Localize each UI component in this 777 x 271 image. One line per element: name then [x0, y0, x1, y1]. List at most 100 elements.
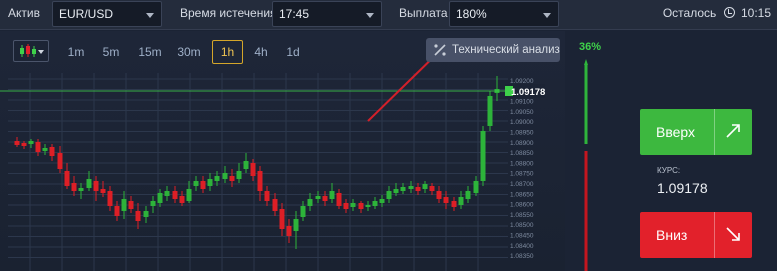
price-axis-label: 1.08550 — [510, 212, 534, 219]
price-chart[interactable]: 1.092001.091501.091001.090501.090001.089… — [0, 31, 565, 271]
candle-body — [14, 141, 20, 145]
asset-label: Актив — [8, 6, 40, 20]
candle-body — [49, 147, 55, 156]
candle-body — [35, 142, 41, 152]
price-axis-label: 1.08350 — [510, 253, 534, 260]
candle-body — [487, 96, 493, 126]
price-axis-label: 1.08850 — [510, 150, 534, 157]
chart-area[interactable]: 1.092001.091501.091001.090501.090001.089… — [0, 31, 565, 271]
expiry-value: 17:45 — [279, 7, 310, 21]
remaining-time: Осталось 10:15 — [663, 6, 771, 20]
candle-body — [343, 203, 349, 209]
candle-body — [393, 189, 399, 193]
up-label: Вверх — [656, 124, 696, 140]
top-bar: Актив EUR/USD Время истечения 17:45 Выпл… — [0, 0, 777, 30]
price-axis-label: 1.09050 — [510, 109, 534, 116]
candle-body — [436, 191, 442, 199]
candle-body — [257, 171, 263, 191]
candle-body — [379, 199, 385, 203]
trade-panel: 36% Вверх КУРС: 1.09178 Вниз — [565, 31, 777, 271]
chevron-down-icon — [366, 13, 374, 18]
candle-body — [429, 186, 435, 191]
remaining-value: 10:15 — [740, 6, 771, 20]
candle-body — [128, 201, 134, 209]
rate-value: 1.09178 — [657, 180, 708, 196]
candle-body — [236, 171, 242, 179]
timeframe-30m[interactable]: 30m — [174, 40, 204, 64]
candle-body — [179, 196, 185, 203]
price-axis-label: 1.08800 — [510, 160, 534, 167]
sentiment-bar — [584, 59, 588, 271]
candle-body — [214, 176, 220, 181]
candle-body — [250, 163, 256, 176]
candle-body — [135, 211, 141, 221]
candle-body — [186, 189, 192, 201]
rate-label: КУРС: — [657, 166, 681, 175]
timeframe-1m[interactable]: 1m — [64, 40, 88, 64]
candlestick-icon — [20, 44, 36, 57]
clock-icon — [723, 7, 735, 18]
candle-body — [172, 191, 178, 199]
candle-body — [415, 187, 421, 191]
candle-body — [157, 193, 163, 203]
price-axis-label: 1.09000 — [510, 119, 534, 126]
timeframe-1d[interactable]: 1d — [282, 40, 304, 64]
candle-body — [71, 183, 77, 191]
candle-body — [93, 181, 99, 191]
candle-body — [42, 148, 48, 151]
candle-body — [164, 191, 170, 196]
timeframe-1h[interactable]: 1h — [212, 40, 243, 64]
price-axis-label: 1.08700 — [510, 181, 534, 188]
candle-body — [229, 176, 235, 181]
timeframe-5m[interactable]: 5m — [99, 40, 123, 64]
timeframe-15m[interactable]: 15m — [136, 40, 164, 64]
chevron-down-icon — [543, 13, 551, 18]
timeframe-4h[interactable]: 4h — [250, 40, 272, 64]
candle-body — [193, 181, 199, 186]
candle-body — [28, 141, 34, 144]
put-down-button[interactable]: Вниз — [640, 212, 752, 258]
price-axis-label: 1.08750 — [510, 171, 534, 178]
candle-body — [279, 209, 285, 229]
candle-body — [264, 191, 270, 201]
candle-body — [307, 199, 313, 206]
candle-body — [358, 203, 364, 209]
candle-body — [300, 206, 306, 217]
candle-body — [408, 186, 414, 189]
candle-body — [400, 187, 406, 191]
candle-body — [350, 203, 356, 207]
candle-body — [107, 191, 113, 206]
down-label: Вниз — [656, 227, 688, 243]
sentiment-percent: 36% — [579, 41, 602, 53]
asset-value: EUR/USD — [59, 7, 114, 21]
candle-body — [458, 197, 464, 205]
candle-body — [243, 161, 249, 169]
candle-body — [78, 188, 84, 191]
candle-body — [286, 226, 292, 236]
chart-type-button[interactable] — [13, 40, 49, 62]
candle-body — [222, 173, 228, 179]
candle-body — [422, 184, 428, 189]
candle-body — [21, 143, 27, 146]
candle-body — [121, 199, 127, 211]
candle-body — [443, 197, 449, 203]
price-axis-label: 1.08400 — [510, 243, 534, 250]
candle-body — [315, 196, 321, 199]
candle-body — [100, 189, 106, 193]
expiry-label: Время истечения — [180, 6, 277, 20]
expiry-select[interactable]: 17:45 — [272, 1, 382, 27]
payout-select[interactable]: 180% — [449, 1, 559, 27]
candle-body — [386, 191, 392, 199]
call-up-button[interactable]: Вверх — [640, 109, 752, 155]
technical-analysis-button[interactable]: Технический анализ — [426, 38, 560, 62]
candle-body — [465, 191, 471, 199]
candle-body — [114, 206, 120, 216]
remaining-label: Осталось — [662, 6, 717, 20]
price-axis-label: 1.09100 — [510, 99, 534, 106]
candle-body — [86, 179, 92, 188]
asset-select[interactable]: EUR/USD — [52, 1, 162, 27]
candle-body — [207, 179, 213, 186]
payout-label: Выплата — [399, 6, 448, 20]
technical-analysis-icon — [434, 44, 446, 56]
price-axis-label: 1.08950 — [510, 130, 534, 137]
